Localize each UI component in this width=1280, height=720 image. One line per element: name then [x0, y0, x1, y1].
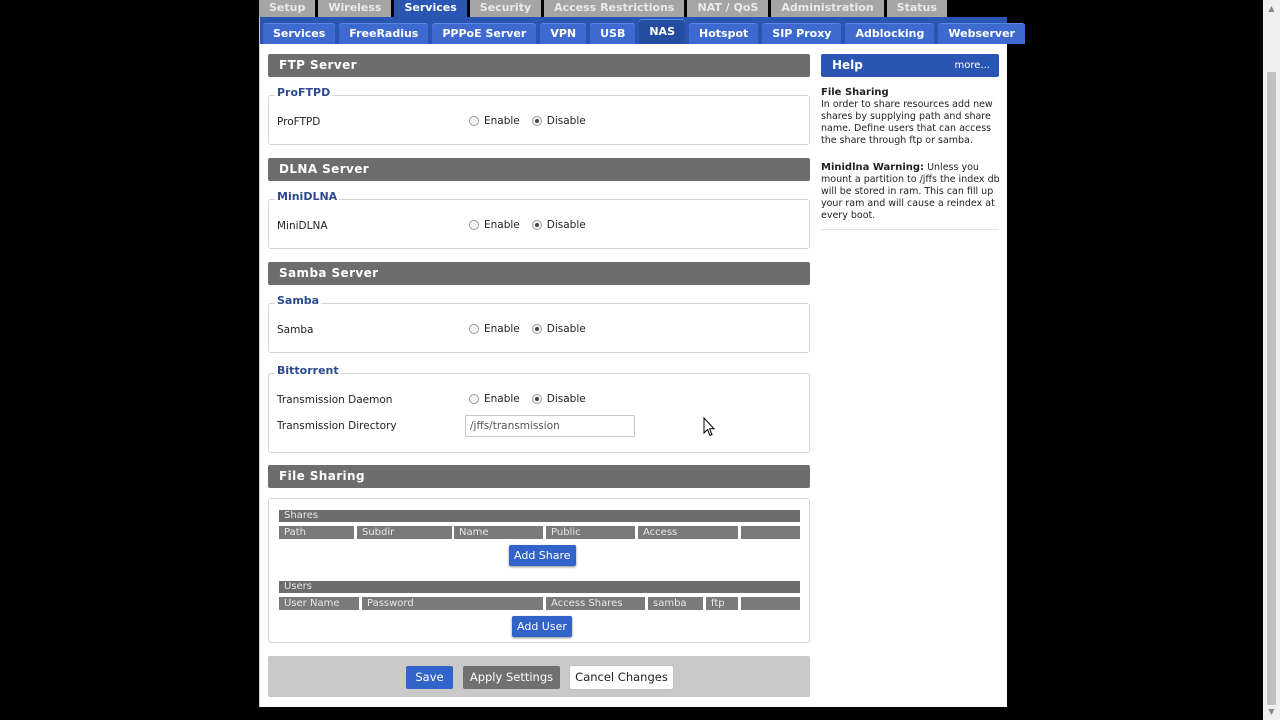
disable-label: Disable	[546, 323, 586, 335]
proftpd-legend: ProFTPD	[275, 86, 333, 99]
users-col-access-shares: Access Shares	[546, 597, 645, 610]
footer-button-bar: Save Apply Settings Cancel Changes	[268, 656, 810, 697]
tab-wireless[interactable]: Wireless	[318, 0, 392, 17]
samba-legend: Samba	[275, 294, 322, 307]
enable-label: Enable	[484, 219, 520, 231]
samba-enable-radio[interactable]	[469, 324, 479, 334]
add-share-button[interactable]: Add Share	[509, 545, 576, 566]
samba-radio-group: Enable Disable	[469, 323, 598, 335]
file-sharing-fieldset: Shares Path Subdir Name Public Access Ad…	[268, 498, 810, 643]
transmission-directory-label: Transmission Directory	[277, 420, 397, 432]
shares-col-actions	[741, 526, 800, 539]
ftp-server-header: FTP Server	[268, 54, 810, 77]
bittorrent-legend: Bittorrent	[275, 364, 341, 377]
help-file-sharing-text: In order to share resources add new shar…	[821, 99, 993, 146]
add-user-button[interactable]: Add User	[512, 616, 572, 637]
tab-nat-qos[interactable]: NAT / QoS	[687, 0, 769, 17]
minidlna-legend: MiniDLNA	[275, 190, 340, 203]
help-title: Help	[832, 58, 863, 72]
transmission-directory-input[interactable]: /jffs/transmission	[465, 415, 635, 437]
proftpd-disable-radio[interactable]	[531, 116, 542, 126]
tab-access-restrictions[interactable]: Access Restrictions	[544, 0, 685, 17]
minidlna-label: MiniDLNA	[277, 220, 328, 232]
help-minidlna-warning: Minidlna Warning: Unless you mount a par…	[821, 162, 1001, 222]
proftpd-fieldset: ProFTPD ProFTPD Enable Disable	[268, 86, 810, 145]
shares-col-access: Access	[638, 526, 738, 539]
users-col-password: Password	[362, 597, 543, 610]
bittorrent-fieldset: Bittorrent Transmission Daemon Enable Di…	[268, 364, 810, 453]
help-file-sharing-title: File Sharing	[821, 87, 889, 98]
help-header: Help more...	[821, 54, 999, 77]
shares-col-path: Path	[279, 526, 354, 539]
help-minidlna-title: Minidlna Warning:	[821, 162, 925, 173]
shares-col-subdir: Subdir	[357, 526, 452, 539]
users-col-actions	[741, 597, 800, 610]
apply-settings-button[interactable]: Apply Settings	[463, 666, 560, 689]
disable-label: Disable	[546, 393, 586, 405]
cancel-changes-button[interactable]: Cancel Changes	[570, 666, 673, 689]
disable-label: Disable	[546, 219, 586, 231]
mouse-pointer-icon	[703, 417, 715, 437]
samba-fieldset: Samba Samba Enable Disable	[268, 294, 810, 353]
subtab-hotspot[interactable]: Hotspot	[689, 23, 759, 44]
minidlna-enable-radio[interactable]	[469, 220, 479, 230]
transmission-disable-radio[interactable]	[531, 394, 542, 404]
tab-services[interactable]: Services	[394, 0, 467, 17]
subtab-nas[interactable]: NAS	[639, 19, 685, 44]
users-col-samba: samba	[648, 597, 703, 610]
help-more-link[interactable]: more...	[955, 54, 990, 77]
minidlna-fieldset: MiniDLNA MiniDLNA Enable Disable	[268, 190, 810, 249]
tab-security[interactable]: Security	[469, 0, 542, 17]
enable-label: Enable	[484, 323, 520, 335]
subtab-vpn[interactable]: VPN	[540, 23, 587, 44]
help-file-sharing: File Sharing In order to share resources…	[821, 87, 1001, 147]
minidlna-disable-radio[interactable]	[531, 220, 542, 230]
samba-disable-radio[interactable]	[531, 324, 542, 334]
subtab-usb[interactable]: USB	[590, 23, 636, 44]
scroll-up-arrow-icon[interactable]: ▲	[1263, 0, 1280, 17]
transmission-radio-group: Enable Disable	[469, 393, 598, 405]
subtab-adblocking[interactable]: Adblocking	[845, 23, 935, 44]
sub-tab-bar: Services FreeRadius PPPoE Server VPN USB…	[260, 17, 1025, 44]
proftpd-radio-group: Enable Disable	[469, 115, 598, 127]
dlna-server-header: DLNA Server	[268, 158, 810, 181]
subtab-services[interactable]: Services	[263, 23, 336, 44]
scroll-thumb[interactable]	[1267, 72, 1276, 705]
transmission-daemon-label: Transmission Daemon	[277, 394, 393, 406]
subtab-webserver[interactable]: Webserver	[938, 23, 1025, 44]
subtab-freeradius[interactable]: FreeRadius	[339, 23, 429, 44]
help-divider	[821, 229, 999, 230]
enable-label: Enable	[484, 115, 520, 127]
tab-setup[interactable]: Setup	[259, 0, 316, 17]
subtab-sip-proxy[interactable]: SIP Proxy	[762, 23, 842, 44]
page-scrollbar[interactable]: ▲ ▼	[1263, 0, 1280, 720]
disable-label: Disable	[546, 115, 586, 127]
transmission-enable-radio[interactable]	[469, 394, 479, 404]
minidlna-radio-group: Enable Disable	[469, 219, 598, 231]
enable-label: Enable	[484, 393, 520, 405]
main-tab-bar: Setup Wireless Services Security Access …	[259, 0, 950, 17]
shares-col-public: Public	[546, 526, 635, 539]
users-col-ftp: ftp	[706, 597, 738, 610]
users-col-username: User Name	[279, 597, 359, 610]
shares-col-name: Name	[454, 526, 543, 539]
samba-label: Samba	[277, 324, 314, 336]
tab-administration[interactable]: Administration	[771, 0, 884, 17]
scroll-down-arrow-icon[interactable]: ▼	[1263, 703, 1280, 720]
save-button[interactable]: Save	[406, 666, 453, 689]
proftpd-enable-radio[interactable]	[469, 116, 479, 126]
tab-status[interactable]: Status	[886, 0, 947, 17]
subtab-pppoe-server[interactable]: PPPoE Server	[432, 23, 537, 44]
file-sharing-header: File Sharing	[268, 465, 810, 488]
page-container: Services FreeRadius PPPoE Server VPN USB…	[259, 17, 1025, 707]
proftpd-label: ProFTPD	[277, 116, 321, 128]
shares-table-header: Shares	[279, 510, 800, 522]
users-table-header: Users	[279, 581, 800, 593]
samba-server-header: Samba Server	[268, 262, 810, 285]
